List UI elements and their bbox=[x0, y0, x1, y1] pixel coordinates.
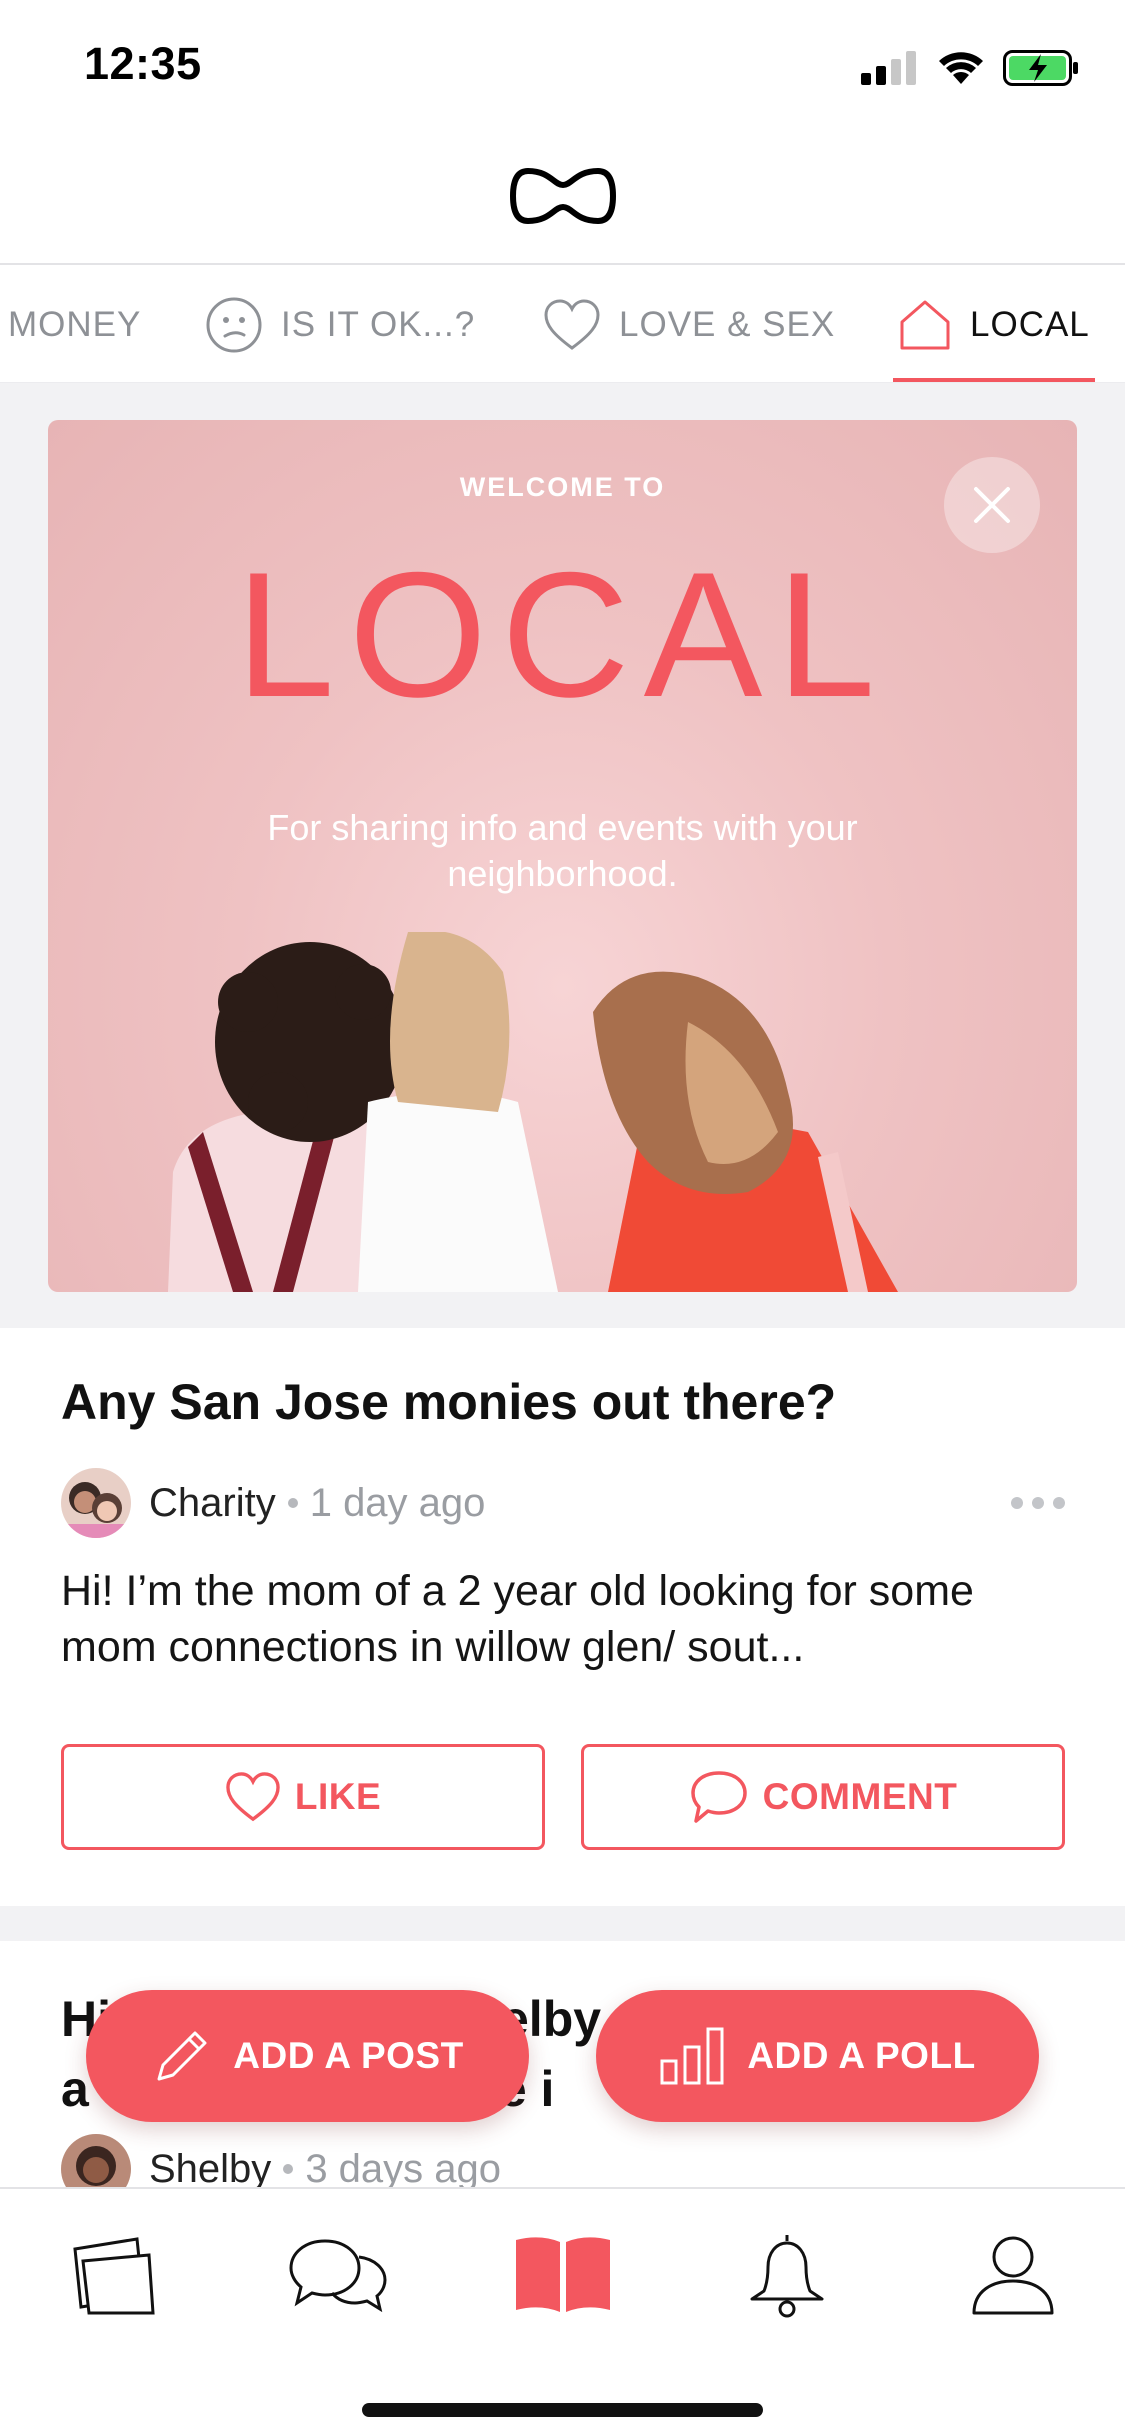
add-poll-button[interactable]: ADD A POLL bbox=[596, 1990, 1039, 2122]
nav-notifications[interactable] bbox=[732, 2219, 842, 2329]
add-poll-label: ADD A POLL bbox=[747, 2035, 976, 2076]
post-time: 3 days ago bbox=[305, 2146, 502, 2188]
status-icons bbox=[861, 50, 1079, 86]
post-author[interactable]: Shelby bbox=[149, 2147, 271, 2188]
tab-local-label: LOCAL bbox=[970, 305, 1090, 344]
avatar[interactable] bbox=[61, 2134, 131, 2187]
comment-label: COMMENT bbox=[762, 1776, 958, 1817]
post-time: 1 day ago bbox=[309, 1480, 486, 1525]
comment-button[interactable]: COMMENT bbox=[581, 1744, 1065, 1850]
wifi-icon bbox=[939, 52, 983, 84]
bar-chart-icon bbox=[660, 2027, 724, 2085]
add-post-button[interactable]: ADD A POST bbox=[86, 1990, 529, 2122]
close-icon bbox=[974, 487, 1010, 523]
profile-icon bbox=[972, 2236, 1054, 2315]
like-label: LIKE bbox=[294, 1776, 382, 1817]
battery-charging-icon bbox=[1003, 50, 1078, 86]
book-icon bbox=[516, 2237, 610, 2312]
cards-icon bbox=[73, 2237, 155, 2315]
post-meta: Charity 1 day ago bbox=[61, 1468, 1065, 1538]
active-tab-underline bbox=[893, 378, 1095, 382]
status-bar: 12:35 bbox=[0, 0, 1125, 135]
post-title[interactable]: Any San Jose monies out there? bbox=[61, 1373, 836, 1431]
tab-local[interactable]: LOCAL bbox=[898, 267, 1090, 382]
bottom-nav bbox=[0, 2187, 1125, 2436]
avatar-photo bbox=[61, 2134, 131, 2187]
avatar[interactable] bbox=[61, 1468, 131, 1538]
heart-outline-icon bbox=[544, 299, 600, 350]
tab-money[interactable]: MONEY bbox=[8, 267, 142, 382]
welcome-subtitle: For sharing info and events with your ne… bbox=[267, 807, 858, 894]
tab-love-sex-label: LOVE & SEX bbox=[619, 305, 836, 344]
home-indicator bbox=[362, 2403, 763, 2417]
like-button[interactable]: LIKE bbox=[61, 1744, 545, 1850]
welcome-eyebrow: WELCOME TO bbox=[459, 472, 666, 502]
bell-icon bbox=[750, 2235, 824, 2318]
nav-profile[interactable] bbox=[958, 2219, 1068, 2329]
heart-outline-icon bbox=[226, 1772, 280, 1822]
post-meta: Shelby 3 days ago bbox=[61, 2134, 501, 2187]
nav-cards[interactable] bbox=[56, 2219, 166, 2329]
feed[interactable]: WELCOME TO LOCAL For sharing info and ev… bbox=[0, 383, 1125, 2187]
tab-love-sex[interactable]: LOVE & SEX bbox=[543, 267, 836, 382]
tab-is-it-ok-label: IS IT OK...? bbox=[281, 305, 476, 344]
tab-is-it-ok[interactable]: IS IT OK...? bbox=[205, 267, 476, 382]
more-options-icon[interactable] bbox=[1011, 1497, 1065, 1509]
post-author[interactable]: Charity bbox=[149, 1481, 276, 1526]
chat-bubbles-icon bbox=[289, 2239, 387, 2313]
status-time: 12:35 bbox=[84, 38, 202, 89]
category-tabs: MONEY IS IT OK...? LOVE & SEX LOCAL bbox=[0, 267, 1125, 383]
welcome-card: WELCOME TO LOCAL For sharing info and ev… bbox=[48, 420, 1077, 1292]
tab-money-label: MONEY bbox=[8, 305, 142, 344]
app-header bbox=[0, 135, 1125, 265]
post-body[interactable]: Hi! I’m the mom of a 2 year old looking … bbox=[61, 1563, 1071, 1675]
comment-bubble-icon bbox=[690, 1771, 747, 1823]
pencil-icon bbox=[157, 2031, 207, 2081]
welcome-title: LOCAL bbox=[235, 535, 890, 734]
nav-chat[interactable] bbox=[282, 2219, 392, 2329]
avatar-photo bbox=[61, 1468, 131, 1538]
meta-separator bbox=[287, 1498, 298, 1508]
house-icon bbox=[900, 300, 950, 350]
app-logo bbox=[510, 167, 616, 225]
confused-face-icon bbox=[206, 297, 262, 353]
three-women-photo bbox=[168, 932, 898, 1292]
signal-icon bbox=[861, 51, 916, 85]
close-welcome-button[interactable] bbox=[944, 457, 1040, 553]
post-title-fragment: a bbox=[61, 2061, 89, 2117]
add-post-label: ADD A POST bbox=[233, 2035, 464, 2076]
nav-local[interactable] bbox=[508, 2219, 618, 2329]
meta-separator bbox=[283, 2164, 294, 2174]
